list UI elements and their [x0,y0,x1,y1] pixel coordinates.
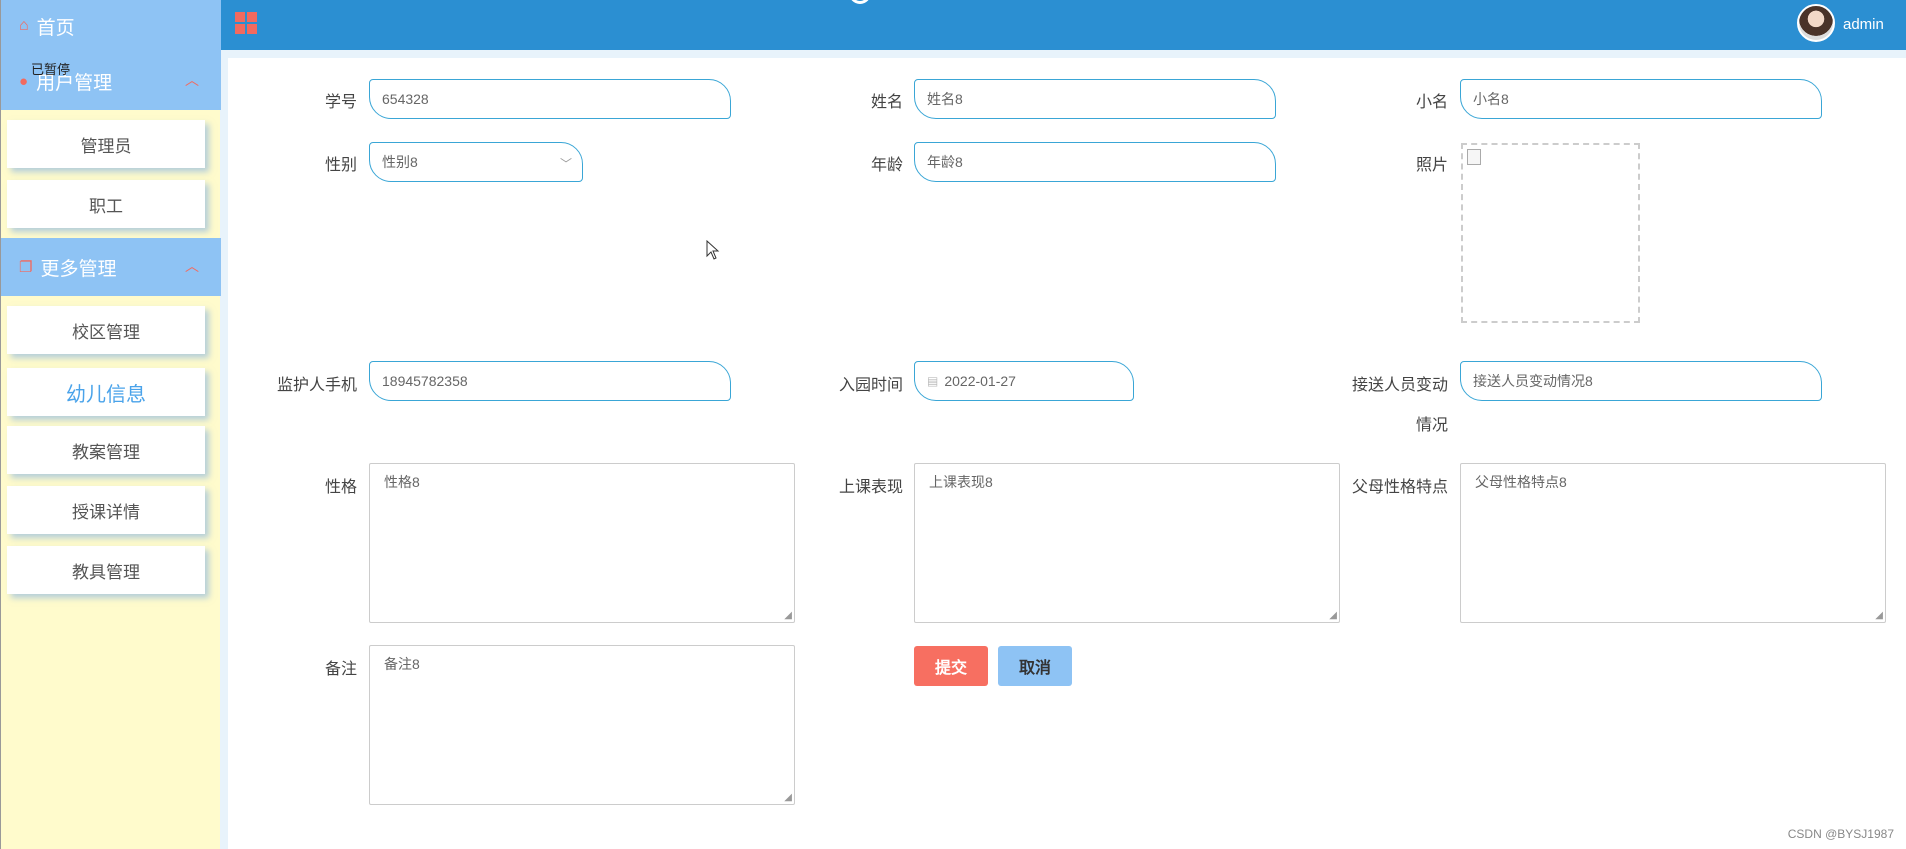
sidebar-item-label: 管理员 [80,136,132,156]
gender-label: 性别 [324,157,357,174]
name-value: 姓名8 [927,91,963,107]
chevron-up-icon: ︿ [185,72,199,88]
name-label: 姓名 [870,94,903,111]
name-input[interactable]: 姓名8 [914,79,1276,119]
nickname-input[interactable]: 小名8 [1460,79,1822,119]
sidebar-item-label: 教案管理 [72,442,140,462]
sidebar-item-label: 校区管理 [72,322,140,342]
copy-icon: ❐ [19,259,33,276]
pickup-change-value: 接送人员变动情况8 [1473,373,1593,389]
resize-grip-icon[interactable]: ◢ [1329,610,1337,621]
class-performance-textarea[interactable]: 上课表现8 ◢ [914,463,1340,623]
chevron-up-icon: ︿ [185,258,199,274]
age-value: 年龄8 [927,154,963,170]
enroll-date-value: 2022-01-27 [944,373,1016,389]
menu-grid-icon[interactable] [235,12,257,34]
guardian-phone-input[interactable]: 18945782358 [369,361,731,401]
calendar-icon: ▤ [927,374,939,388]
resize-grip-icon[interactable]: ◢ [784,610,792,621]
enroll-date-label: 入园时间 [838,377,903,394]
broken-image-icon [1467,149,1481,165]
student-no-input[interactable]: 654328 [369,79,731,119]
sidebar-item-label: 首页 [36,17,75,39]
mouse-cursor-icon [706,240,720,260]
parent-traits-label: 父母性格特点 [1351,479,1448,496]
watermark: CSDN @BYSJ1987 [1787,827,1894,841]
home-icon: ⌂ [19,17,29,34]
status-tag: 已暂停 [31,62,71,77]
sidebar-item-home[interactable]: ⌂ 首页 [1,0,221,52]
sidebar-item-lesson-plans[interactable]: 教案管理 [7,426,205,474]
age-input[interactable]: 年龄8 [914,142,1276,182]
top-bar: admin [221,0,1906,50]
photo-upload[interactable] [1461,143,1640,323]
submit-button[interactable]: 提交 [914,646,988,686]
gender-select[interactable]: 性别8 ﹀ [369,142,583,182]
remarks-textarea[interactable]: 备注8 ◢ [369,645,795,805]
sidebar-item-label: 幼儿信息 [66,383,146,406]
enroll-date-picker[interactable]: ▤ 2022-01-27 [914,361,1134,401]
avatar[interactable] [1797,4,1835,42]
remarks-label: 备注 [324,661,357,678]
username[interactable]: admin [1843,16,1884,33]
personality-label: 性格 [324,479,357,496]
guardian-phone-value: 18945782358 [382,373,468,389]
sidebar-item-teaching-details[interactable]: 授课详情 [7,486,205,534]
photo-label: 照片 [1415,157,1448,174]
student-no-value: 654328 [382,91,429,107]
pickup-change-input[interactable]: 接送人员变动情况8 [1460,361,1822,401]
personality-value: 性格8 [384,474,420,490]
sidebar: ⌂ 首页 已暂停 ● 用户管理 ︿ 管理员 职工 ❐ 更多管理 ︿ 校区管理 幼… [0,0,221,849]
resize-grip-icon[interactable]: ◢ [784,792,792,803]
sidebar-group-label: 更多管理 [40,258,117,280]
user-icon: ● [19,72,29,90]
sidebar-item-label: 教具管理 [72,562,140,582]
cancel-button[interactable]: 取消 [998,646,1072,686]
remarks-value: 备注8 [384,656,420,672]
gender-value: 性别8 [382,154,418,170]
guardian-phone-label: 监护人手机 [276,377,357,394]
circle-icon [849,0,871,4]
class-performance-value: 上课表现8 [929,474,993,490]
student-no-label: 学号 [324,94,357,111]
sidebar-item-campus[interactable]: 校区管理 [7,306,205,354]
personality-textarea[interactable]: 性格8 ◢ [369,463,795,623]
sidebar-item-child-info[interactable]: 幼儿信息 [7,368,205,416]
chevron-down-icon: ﹀ [559,157,572,171]
sidebar-item-staff[interactable]: 职工 [7,180,205,228]
pickup-change-label: 接送人员变动 [1351,377,1448,394]
sidebar-group-more-management[interactable]: ❐ 更多管理 ︿ [1,238,221,296]
parent-traits-value: 父母性格特点8 [1475,474,1567,490]
nickname-value: 小名8 [1473,91,1509,107]
sidebar-item-label: 授课详情 [72,502,140,522]
sidebar-item-teaching-aids[interactable]: 教具管理 [7,546,205,594]
pickup-change-label-cont: 情况 [1415,417,1448,434]
resize-grip-icon[interactable]: ◢ [1875,610,1883,621]
sidebar-item-admin[interactable]: 管理员 [7,120,205,168]
age-label: 年龄 [870,157,903,174]
nickname-label: 小名 [1415,94,1448,111]
class-performance-label: 上课表现 [838,479,903,496]
sidebar-item-label: 职工 [89,196,123,216]
parent-traits-textarea[interactable]: 父母性格特点8 ◢ [1460,463,1886,623]
